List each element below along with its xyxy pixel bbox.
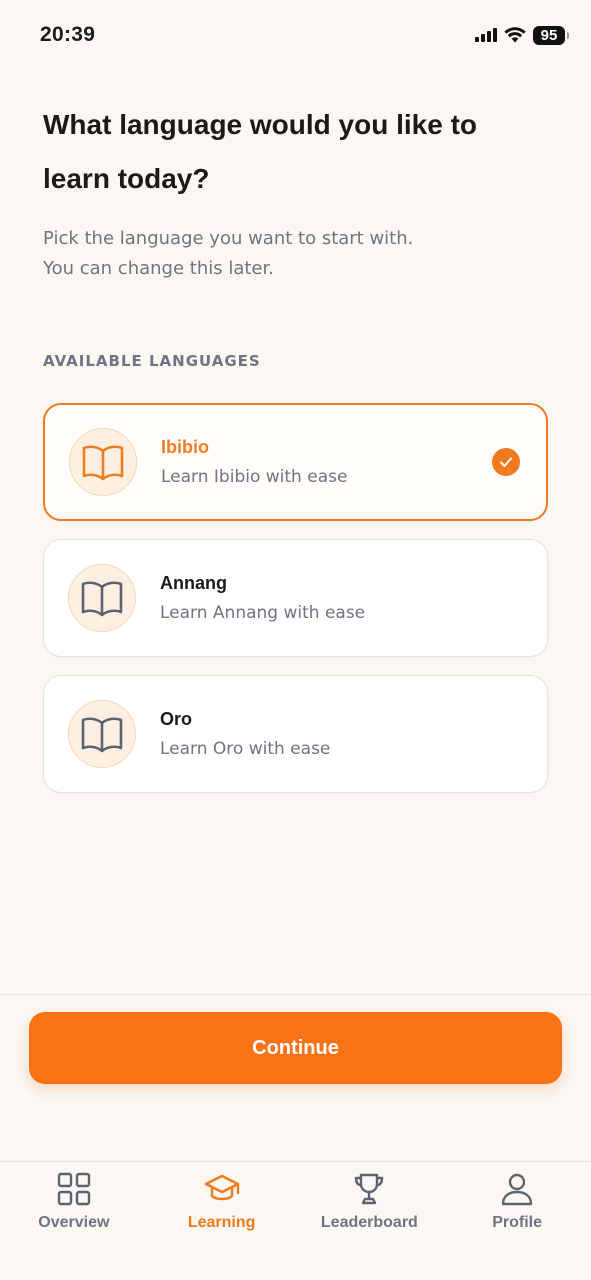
tab-label: Overview [38, 1214, 110, 1231]
status-bar: 20:39 95 [0, 0, 591, 70]
book-open-icon [82, 445, 124, 481]
language-card-annang[interactable]: Annang Learn Annang with ease [43, 539, 548, 657]
language-icon-wrapper [68, 564, 136, 632]
cellular-signal-icon [475, 28, 497, 42]
language-text: Oro Learn Oro with ease [160, 709, 330, 759]
language-icon-wrapper [68, 700, 136, 768]
tab-overview[interactable]: Overview [0, 1172, 148, 1280]
tab-label: Leaderboard [320, 1214, 418, 1231]
battery-level: 95 [540, 26, 558, 44]
language-selection-screen: 20:39 95 What language would you like to… [0, 0, 591, 1280]
section-label-available-languages: AVAILABLE LANGUAGES [43, 352, 261, 370]
subtitle-line-2: You can change this later. [43, 258, 274, 279]
user-icon [501, 1173, 533, 1206]
language-text: Annang Learn Annang with ease [160, 573, 365, 623]
language-description: Learn Ibibio with ease [161, 467, 348, 487]
wifi-icon [504, 27, 526, 43]
language-name: Annang [160, 573, 227, 593]
status-icons: 95 [475, 25, 569, 45]
trophy-icon [355, 1173, 384, 1205]
language-name: Ibibio [161, 437, 209, 457]
language-name: Oro [160, 709, 193, 729]
language-description: Learn Annang with ease [160, 603, 366, 623]
tab-label: Profile [492, 1214, 543, 1231]
language-card-ibibio[interactable]: Ibibio Learn Ibibio with ease [43, 403, 548, 521]
battery-indicator: 95 [533, 25, 569, 45]
grid-icon [57, 1172, 91, 1206]
page-subtitle: Pick the language you want to start with… [43, 224, 523, 284]
status-time: 20:39 [40, 23, 96, 46]
tab-learning[interactable]: Learning [148, 1172, 296, 1280]
book-open-icon [81, 581, 123, 617]
selected-check-icon [492, 448, 520, 476]
bottom-tab-bar: Overview Learning Leaderboard Profile [0, 1161, 591, 1280]
language-list: Ibibio Learn Ibibio with ease Annang Lea… [43, 403, 548, 811]
page-title: What language would you like to learn to… [43, 109, 478, 194]
graduation-cap-icon [204, 1174, 239, 1201]
tab-profile[interactable]: Profile [443, 1172, 591, 1280]
language-icon-wrapper [69, 428, 137, 496]
language-text: Ibibio Learn Ibibio with ease [161, 437, 347, 487]
continue-button[interactable]: Continue [29, 1012, 562, 1084]
bottom-panel-divider [0, 994, 591, 995]
tab-label: Learning [187, 1214, 256, 1231]
subtitle-line-1: Pick the language you want to start with… [43, 228, 414, 249]
language-description: Learn Oro with ease [160, 739, 331, 759]
book-open-icon [81, 717, 123, 753]
language-card-oro[interactable]: Oro Learn Oro with ease [43, 675, 548, 793]
tab-leaderboard[interactable]: Leaderboard [296, 1172, 444, 1280]
